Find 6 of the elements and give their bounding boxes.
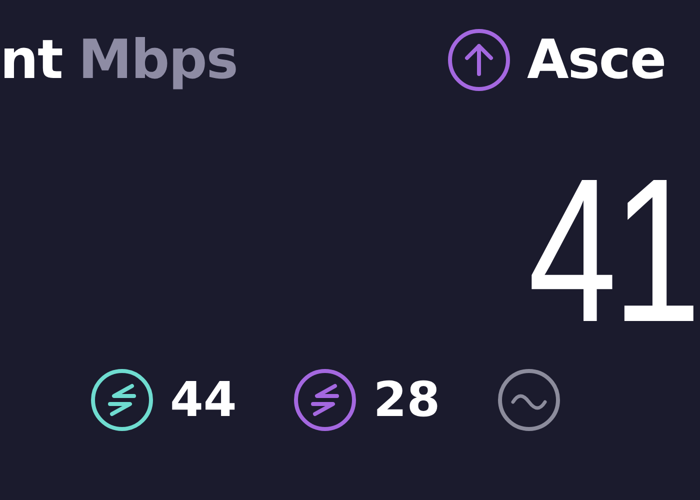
heading-text: Asce: [527, 33, 666, 87]
speed-value: 41: [528, 148, 696, 360]
stat-value: 28: [373, 376, 440, 424]
stat-value: 44: [170, 376, 237, 424]
unit-label: Mbps: [78, 33, 238, 87]
heading-text: nt: [0, 33, 62, 87]
